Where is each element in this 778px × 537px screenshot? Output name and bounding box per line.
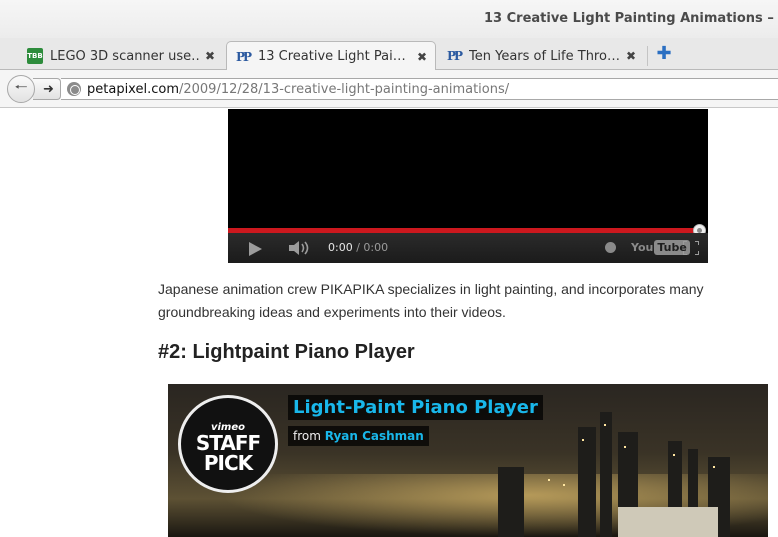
badge-staff: STAFF bbox=[195, 430, 261, 455]
youtube-logo-you: You bbox=[631, 241, 654, 254]
video-thumbnail-house bbox=[618, 507, 718, 537]
vimeo-byline: from Ryan Cashman bbox=[288, 426, 429, 446]
watch-later-clock-icon[interactable] bbox=[605, 242, 616, 253]
forward-button[interactable]: ➜ bbox=[33, 78, 61, 100]
city-light bbox=[624, 446, 626, 448]
byline-from: from bbox=[293, 429, 325, 443]
tab-light-painting[interactable]: PP 13 Creative Light Pai… ✖ bbox=[226, 41, 436, 71]
close-tab-icon[interactable]: ✖ bbox=[417, 50, 427, 64]
city-light bbox=[563, 484, 565, 486]
tab-ten-years[interactable]: PP Ten Years of Life Thro… ✖ bbox=[437, 41, 645, 70]
tab-label: 13 Creative Light Pai… bbox=[258, 49, 406, 64]
city-light bbox=[673, 454, 675, 456]
vimeo-staff-pick-badge: vimeo STAFF PICK bbox=[178, 395, 278, 493]
tab-label: Ten Years of Life Thro… bbox=[469, 48, 620, 64]
play-icon[interactable] bbox=[249, 242, 262, 256]
article-paragraph: Japanese animation crew PIKAPIKA special… bbox=[158, 281, 704, 320]
badge-pick: PICK bbox=[203, 450, 253, 475]
video-thumbnail-building bbox=[600, 412, 612, 537]
time-total: 0:00 bbox=[363, 241, 389, 254]
close-tab-icon[interactable]: ✖ bbox=[205, 49, 215, 63]
video-thumbnail-building bbox=[498, 467, 524, 537]
city-light bbox=[582, 439, 584, 441]
byline-author-link[interactable]: Ryan Cashman bbox=[325, 429, 424, 443]
time-display: 0:00 / 0:00 bbox=[328, 241, 388, 254]
petapixel-favicon-icon: PP bbox=[446, 49, 463, 63]
fullscreen-icon[interactable] bbox=[683, 241, 699, 255]
close-tab-icon[interactable]: ✖ bbox=[626, 49, 636, 63]
youtube-player[interactable]: 0:00 / 0:00 You Tube bbox=[228, 109, 708, 263]
youtube-logo[interactable]: You Tube bbox=[631, 239, 690, 256]
tab-label: LEGO 3D scanner use… bbox=[50, 48, 199, 64]
time-separator: / bbox=[352, 241, 364, 254]
url-path: /2009/12/28/13-creative-light-painting-a… bbox=[178, 81, 510, 97]
window-titlebar: 13 Creative Light Painting Animations – … bbox=[0, 0, 778, 38]
city-light bbox=[713, 466, 715, 468]
url-host: petapixel.com bbox=[87, 81, 179, 97]
forward-arrow-icon: ➜ bbox=[43, 81, 54, 97]
vimeo-video-title[interactable]: Light-Paint Piano Player bbox=[288, 395, 543, 420]
tab-divider bbox=[647, 46, 648, 66]
new-tab-button[interactable]: ✚ bbox=[654, 43, 674, 65]
tab-lego-scanner[interactable]: TBB LEGO 3D scanner use… ✖ bbox=[18, 41, 224, 70]
vimeo-player[interactable]: vimeo STAFF PICK Light-Paint Piano Playe… bbox=[168, 384, 768, 537]
url-bar[interactable]: petapixel.com/2009/12/28/13-creative-lig… bbox=[61, 78, 778, 100]
section-heading: #2: Lightpaint Piano Player bbox=[158, 341, 415, 363]
time-current: 0:00 bbox=[328, 241, 353, 254]
back-button[interactable]: 🠐 bbox=[7, 75, 35, 103]
video-thumbnail-building bbox=[578, 427, 596, 537]
player-controls: 0:00 / 0:00 You Tube bbox=[228, 233, 708, 263]
page-content: 0:00 / 0:00 You Tube Japanese animation c… bbox=[0, 109, 778, 537]
petapixel-favicon-icon: PP bbox=[235, 49, 252, 64]
volume-icon[interactable] bbox=[289, 241, 311, 255]
city-light bbox=[604, 424, 606, 426]
city-light bbox=[548, 479, 550, 481]
window-title: 13 Creative Light Painting Animations – … bbox=[484, 11, 778, 26]
back-arrow-icon: 🠐 bbox=[14, 77, 28, 96]
tbb-favicon-icon: TBB bbox=[27, 48, 43, 64]
globe-icon bbox=[67, 82, 81, 96]
navigation-bar: ➜ 🠐 petapixel.com/2009/12/28/13-creative… bbox=[0, 70, 778, 108]
